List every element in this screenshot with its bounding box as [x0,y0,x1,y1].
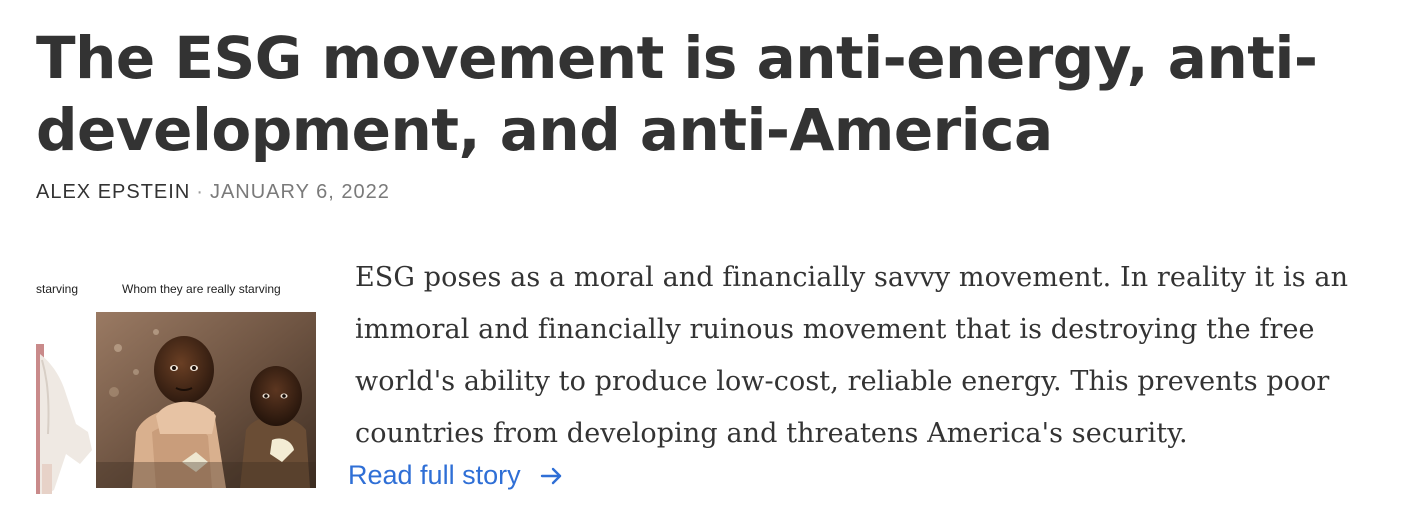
children-photo [96,312,316,488]
read-full-story-link[interactable]: Read full story [348,460,565,491]
image-left-figure [36,314,92,494]
arrow-right-icon [540,467,561,484]
byline-separator: · [196,181,204,203]
image-caption-right: Whom they are really starving [122,282,281,296]
article-summary: ESG poses as a moral and financially sav… [355,262,1349,449]
publish-date: JANUARY 6, 2022 [209,181,390,203]
read-full-story-label: Read full story [348,460,521,490]
article-byline: ALEX EPSTEIN · JANUARY 6, 2022 [36,179,390,205]
author-name[interactable]: ALEX EPSTEIN [36,181,190,203]
article-thumbnail[interactable]: starving Whom they are really starving [36,272,320,494]
image-caption-left: starving [36,282,79,296]
article-title[interactable]: The ESG movement is anti-energy, anti-de… [36,22,1376,166]
